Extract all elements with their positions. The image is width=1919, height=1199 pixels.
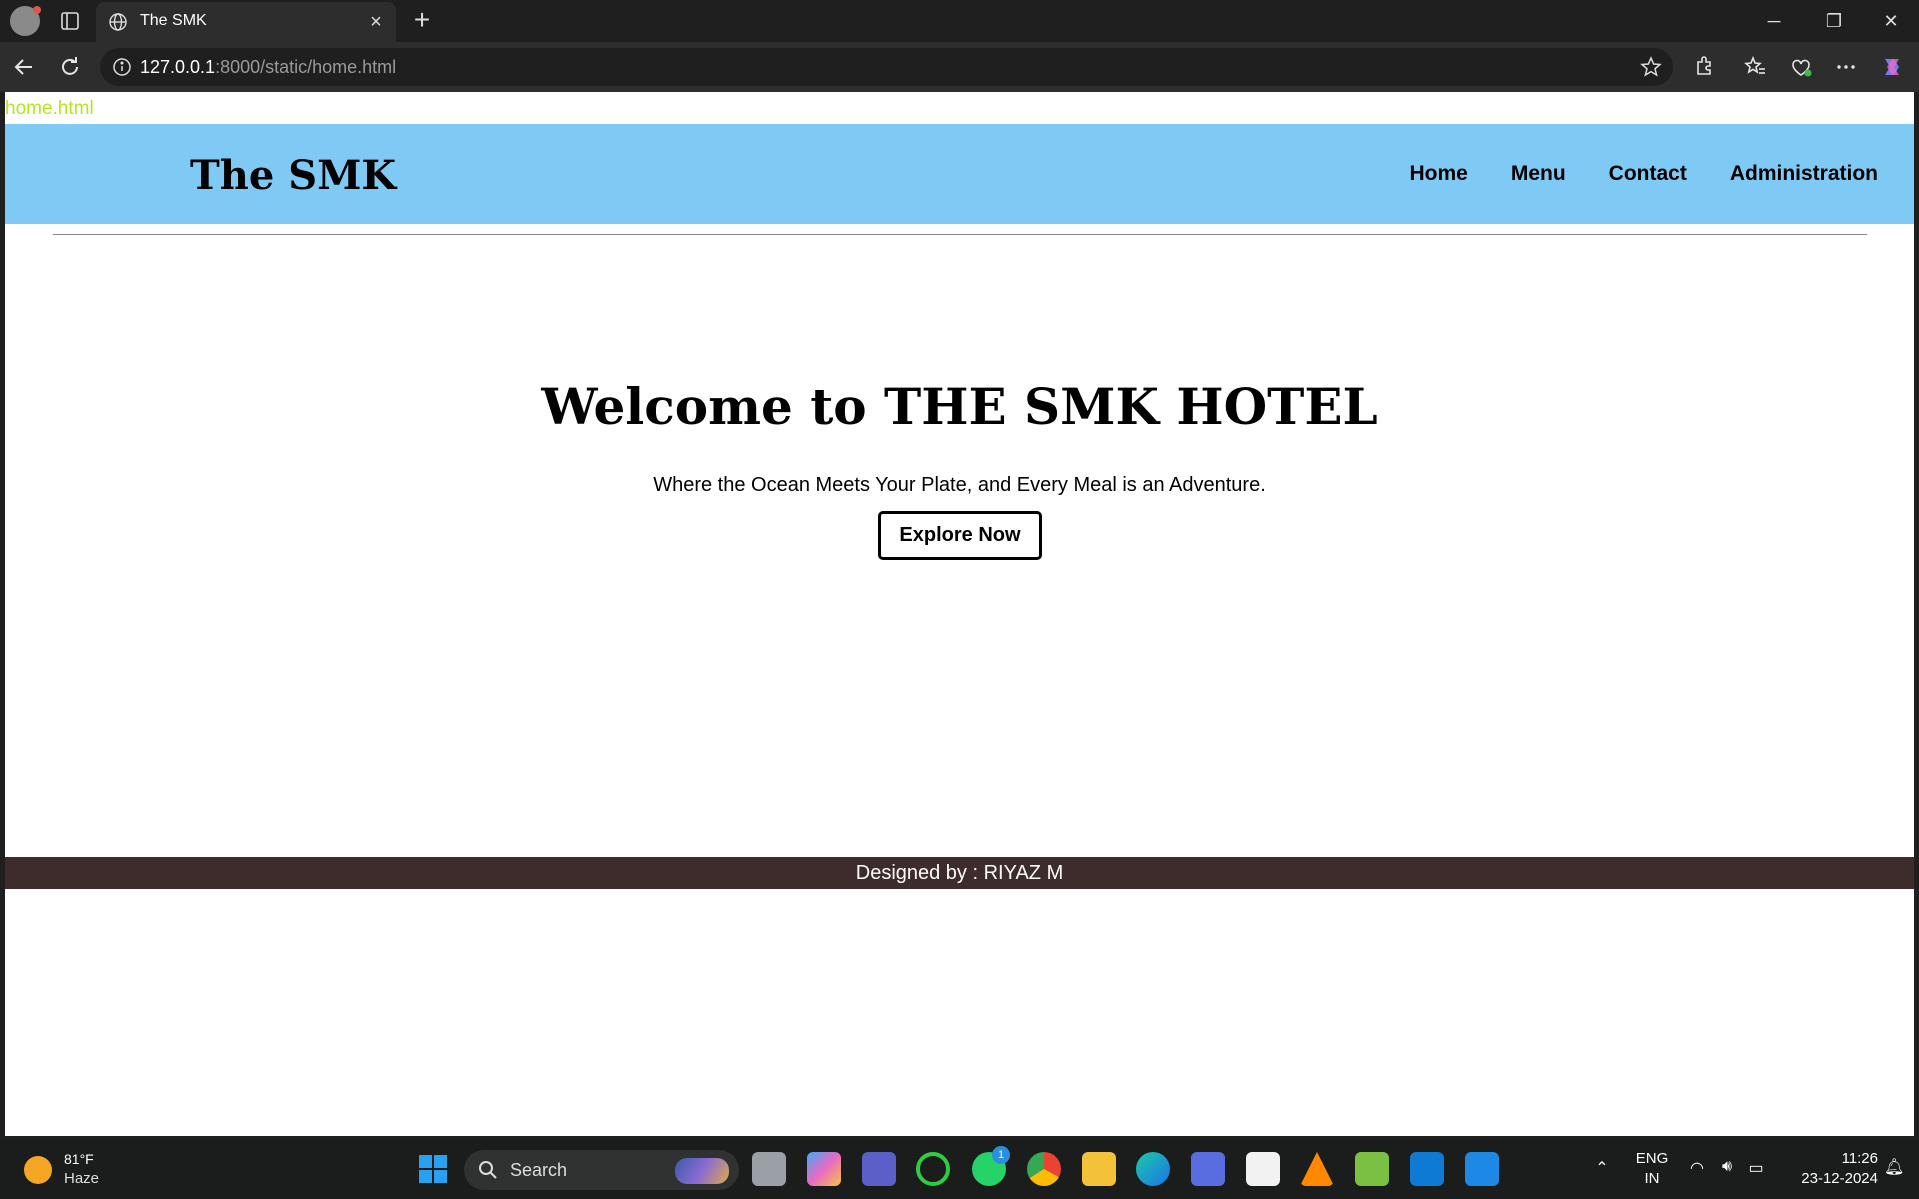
weather-condition: Haze	[64, 1170, 100, 1187]
clock[interactable]: 11:26 23-12-2024	[1778, 1149, 1878, 1199]
chevron-up-icon[interactable]: ⌃	[1592, 1158, 1612, 1182]
restore-icon[interactable]: ❐	[1806, 0, 1862, 42]
taskbar-search[interactable]: Search	[464, 1150, 739, 1190]
close-window-icon[interactable]: ✕	[1863, 0, 1919, 42]
volume-icon[interactable]: 🔊︎	[1716, 1158, 1738, 1180]
clock-date: 23-12-2024	[1801, 1170, 1878, 1187]
tab-actions-icon[interactable]	[58, 9, 82, 33]
nav-administration[interactable]: Administration	[1730, 162, 1878, 186]
browser-tab[interactable]: The SMK ×	[96, 2, 396, 42]
minimize-icon[interactable]: ─	[1746, 0, 1802, 42]
weather-temp: 81°F	[64, 1151, 94, 1167]
chrome-icon[interactable]	[1027, 1152, 1061, 1186]
favorite-star-icon[interactable]	[1639, 55, 1663, 79]
teams-icon[interactable]	[862, 1152, 896, 1186]
profile-avatar-icon[interactable]	[10, 6, 41, 36]
clock-time: 11:26	[1841, 1150, 1878, 1167]
wifi-icon[interactable]: ◠	[1686, 1158, 1708, 1180]
new-tab-icon[interactable]: +	[408, 6, 436, 34]
nav-links: Home Menu Contact Administration	[1409, 162, 1878, 186]
windows-taskbar: 81°F Haze Search 1 ⌃ ENG IN ◠ 🔊︎ ▭ 11:26…	[0, 1140, 1919, 1199]
search-label: Search	[510, 1160, 568, 1180]
close-tab-icon[interactable]: ×	[366, 12, 386, 32]
extensions-icon[interactable]	[1690, 53, 1718, 81]
vscode-icon[interactable]	[1410, 1152, 1444, 1186]
browser-toolbar: 127.0.0.1:8000/static/home.html	[0, 42, 1919, 92]
vlc-icon[interactable]	[1300, 1152, 1334, 1186]
nav-menu[interactable]: Menu	[1511, 162, 1566, 186]
more-options-icon[interactable]	[1832, 53, 1860, 81]
nav-home[interactable]: Home	[1409, 162, 1467, 186]
battery-icon[interactable]: ▭	[1745, 1158, 1767, 1180]
globe-icon	[109, 13, 127, 31]
file-explorer-icon[interactable]	[1082, 1152, 1116, 1186]
language-indicator[interactable]: ENG IN	[1632, 1149, 1672, 1199]
info-icon[interactable]	[112, 57, 132, 77]
microsoft-store-icon[interactable]	[1246, 1152, 1280, 1186]
address-bar[interactable]: 127.0.0.1:8000/static/home.html	[100, 48, 1673, 86]
back-arrow-icon[interactable]	[10, 53, 38, 81]
copilot-icon[interactable]	[1878, 53, 1906, 81]
lang-top: ENG	[1635, 1150, 1669, 1167]
search-highlight-art	[675, 1158, 729, 1184]
notification-bell-icon[interactable]: 🔔︎	[1884, 1157, 1904, 1181]
explore-now-button[interactable]: Explore Now	[878, 511, 1042, 560]
photos-icon[interactable]	[1465, 1152, 1499, 1186]
lang-bottom: IN	[1644, 1170, 1660, 1187]
search-icon	[479, 1161, 497, 1179]
site-navbar: The SMK Home Menu Contact Administration	[5, 124, 1914, 224]
nav-contact[interactable]: Contact	[1609, 162, 1687, 186]
url-text: 127.0.0.1:8000/static/home.html	[140, 57, 397, 77]
app-icon[interactable]	[1191, 1152, 1225, 1186]
screen: The SMK × + ─ ❐ ✕ 127.0.0.1:8000/static/…	[0, 0, 1919, 1199]
haze-weather-icon	[24, 1156, 52, 1184]
file-label: home.html	[5, 98, 94, 119]
hero-subtitle: Where the Ocean Meets Your Plate, and Ev…	[653, 474, 1266, 496]
browser-essentials-icon[interactable]	[1787, 53, 1815, 81]
divider	[53, 234, 1867, 235]
whatsapp-badge: 1	[992, 1146, 1010, 1164]
site-brand[interactable]: The SMK	[190, 152, 396, 199]
tab-title: The SMK	[140, 12, 207, 29]
favorites-icon[interactable]	[1741, 53, 1769, 81]
refresh-icon[interactable]	[56, 53, 84, 81]
windows-start-icon[interactable]	[416, 1152, 450, 1186]
site-footer: Designed by : RIYAZ M	[5, 857, 1914, 889]
browser-titlebar: The SMK × + ─ ❐ ✕	[0, 0, 1919, 42]
task-view-icon[interactable]	[752, 1152, 786, 1186]
weather-widget[interactable]: 81°F Haze	[20, 1150, 110, 1190]
hero-title: Welcome to THE SMK HOTEL	[541, 377, 1378, 436]
sync-app-icon[interactable]	[916, 1152, 950, 1186]
notepad-app-icon[interactable]	[1355, 1152, 1389, 1186]
copilot-app-icon[interactable]	[807, 1152, 841, 1186]
edge-icon[interactable]	[1136, 1152, 1170, 1186]
page-viewport: home.html The SMK Home Menu Contact Admi…	[5, 92, 1914, 1136]
